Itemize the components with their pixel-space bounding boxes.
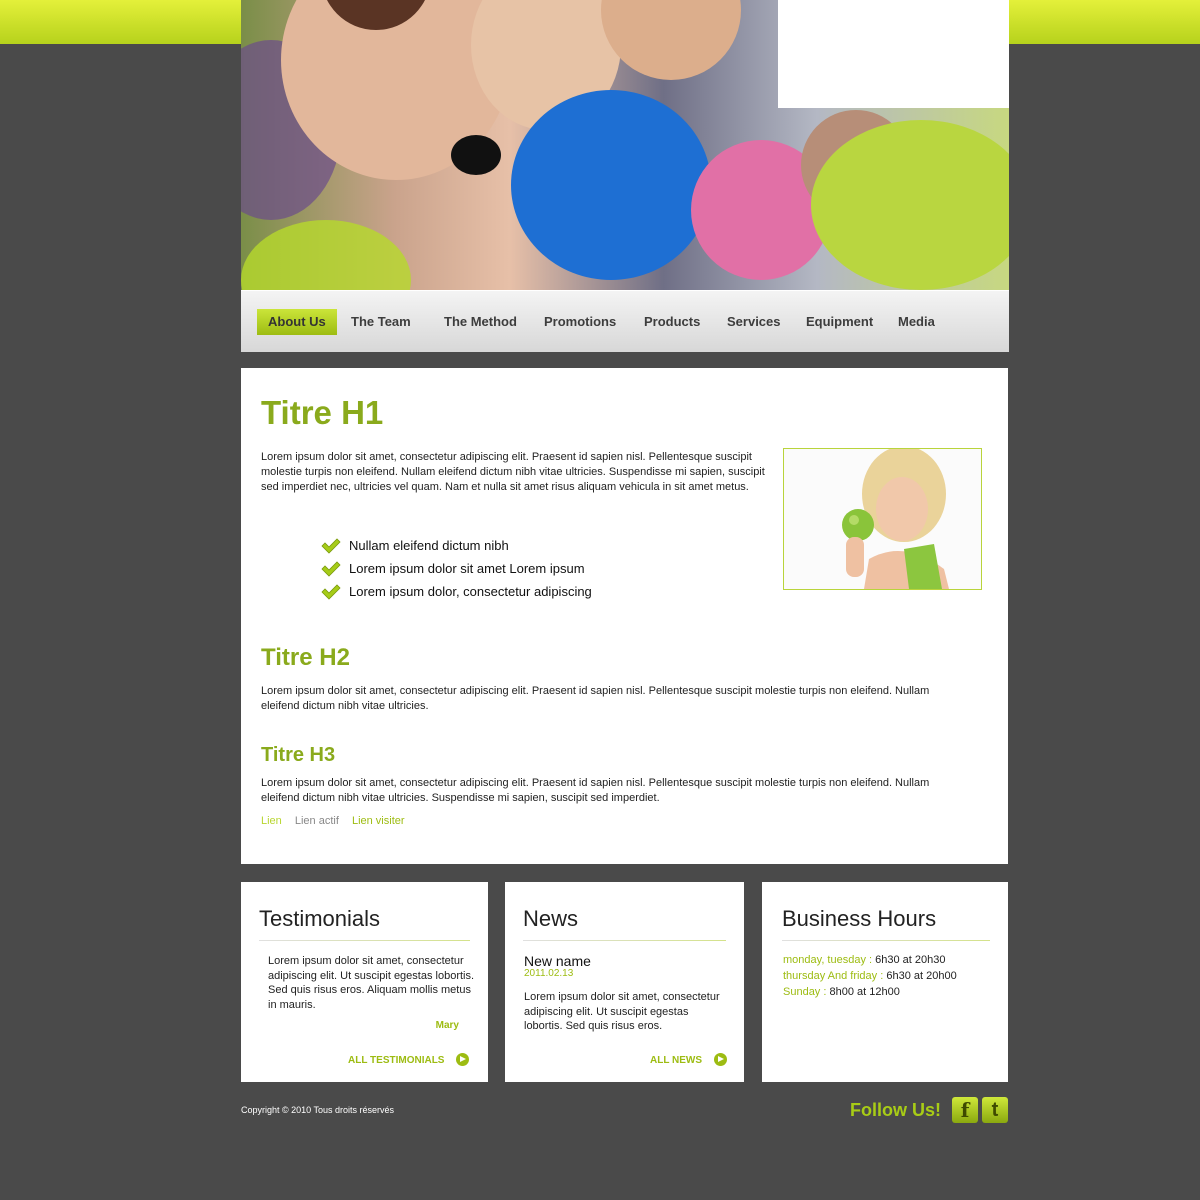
news-item-title[interactable]: New name — [524, 953, 591, 969]
checkmark-icon — [321, 561, 341, 577]
check-item-label: Nullam eleifend dictum nibh — [349, 538, 509, 553]
follow-us-label: Follow Us! — [850, 1100, 941, 1120]
feature-checklist: Nullam eleifend dictum nibh Lorem ipsum … — [321, 536, 592, 605]
woman-with-apple-photo — [783, 448, 982, 590]
nav-services[interactable]: Services — [727, 309, 781, 335]
nav-the-method[interactable]: The Method — [444, 309, 517, 335]
hours-day: Sunday : — [783, 986, 827, 998]
testimonials-box: Testimonials Lorem ipsum dolor sit amet,… — [241, 882, 488, 1082]
hours-time: 8h00 at 12h00 — [829, 986, 900, 998]
testimonial-text: Lorem ipsum dolor sit amet, consectetur … — [268, 955, 475, 1011]
check-list-item: Lorem ipsum dolor, consectetur adipiscin… — [321, 582, 592, 605]
news-box: News New name 2011.02.13 Lorem ipsum dol… — [505, 882, 744, 1082]
nav-about-us[interactable]: About Us — [257, 309, 337, 335]
check-list-item: Lorem ipsum dolor sit amet Lorem ipsum — [321, 559, 592, 582]
hours-day: thursday And friday : — [783, 970, 884, 982]
news-title: News — [523, 906, 579, 931]
checkmark-icon — [321, 538, 341, 554]
all-news-label: ALL NEWS — [650, 1055, 703, 1067]
page-title-h1: Titre H1 — [261, 394, 384, 431]
heading-h3: Titre H3 — [261, 744, 336, 766]
intro-paragraph: Lorem ipsum dolor sit amet, consectetur … — [261, 451, 765, 493]
hours-day: monday, tuesday : — [783, 954, 873, 966]
testimonial-author: Mary — [435, 1020, 459, 1031]
all-news-link[interactable]: ALL NEWS — [650, 1053, 728, 1067]
nav-products[interactable]: Products — [644, 309, 700, 335]
h2-paragraph: Lorem ipsum dolor sit amet, consectetur … — [261, 685, 930, 712]
all-testimonials-link[interactable]: ALL TESTIMONIALS — [348, 1053, 470, 1067]
link-samples: Lien Lien actif Lien visiter — [261, 815, 415, 827]
divider — [523, 940, 726, 941]
hours-list: monday, tuesday : 6h30 at 20h30 thursday… — [783, 952, 957, 1000]
news-item-date: 2011.02.13 — [524, 968, 574, 979]
copyright-text: Copyright © 2010 Tous droits réservés — [241, 1105, 395, 1115]
nav-promotions[interactable]: Promotions — [544, 309, 616, 335]
site-header: About Us The Team The Method Promotions … — [241, 0, 1009, 352]
facebook-icon[interactable]: f — [952, 1097, 978, 1123]
divider — [259, 940, 470, 941]
link-default[interactable]: Lien — [261, 815, 282, 827]
twitter-icon[interactable]: t — [982, 1097, 1008, 1123]
hours-row: monday, tuesday : 6h30 at 20h30 — [783, 952, 957, 968]
nav-equipment[interactable]: Equipment — [806, 309, 873, 335]
news-item-text: Lorem ipsum dolor sit amet, consectetur … — [524, 991, 720, 1032]
logo-area — [778, 0, 1009, 108]
link-active[interactable]: Lien actif — [295, 815, 339, 827]
business-hours-title: Business Hours — [782, 906, 937, 931]
check-list-item: Nullam eleifend dictum nibh — [321, 536, 592, 559]
check-item-label: Lorem ipsum dolor, consectetur adipiscin… — [349, 584, 592, 599]
divider — [782, 940, 990, 941]
all-testimonials-label: ALL TESTIMONIALS — [348, 1055, 445, 1067]
h3-paragraph: Lorem ipsum dolor sit amet, consectetur … — [261, 777, 930, 804]
check-item-label: Lorem ipsum dolor sit amet Lorem ipsum — [349, 561, 585, 576]
business-hours-box: Business Hours monday, tuesday : 6h30 at… — [762, 882, 1008, 1082]
main-content: Titre H1 Lorem ipsum dolor sit amet, con… — [241, 368, 1008, 864]
nav-the-team[interactable]: The Team — [351, 309, 411, 335]
hours-row: thursday And friday : 6h30 at 20h00 — [783, 968, 957, 984]
arrow-right-icon — [714, 1053, 728, 1066]
checkmark-icon — [321, 584, 341, 600]
main-nav: About Us The Team The Method Promotions … — [241, 290, 1009, 352]
hours-row: Sunday : 8h00 at 12h00 — [783, 984, 957, 1000]
arrow-right-icon — [456, 1053, 470, 1066]
hours-time: 6h30 at 20h30 — [875, 954, 946, 966]
hours-time: 6h30 at 20h00 — [886, 970, 957, 982]
nav-media[interactable]: Media — [898, 309, 935, 335]
testimonials-title: Testimonials — [259, 906, 381, 931]
link-visited[interactable]: Lien visiter — [352, 815, 405, 827]
heading-h2: Titre H2 — [261, 644, 350, 671]
